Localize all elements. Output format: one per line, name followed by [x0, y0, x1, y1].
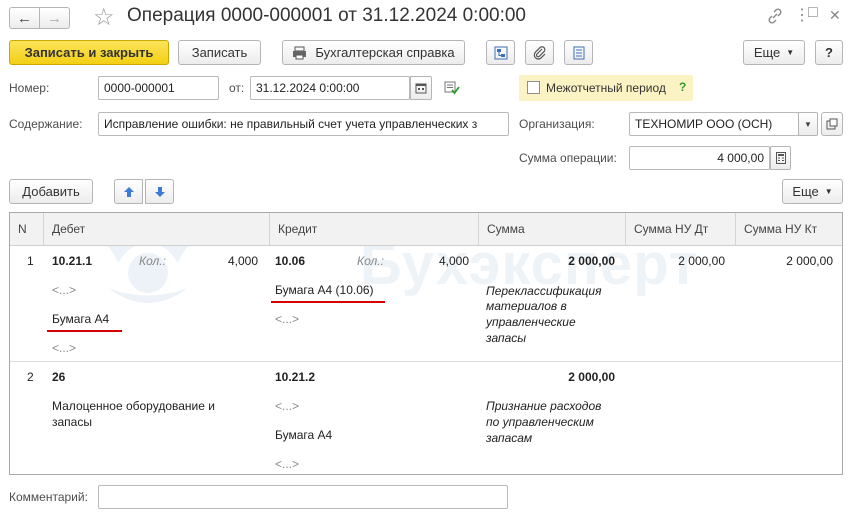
row-comment-3: запасам	[486, 431, 533, 445]
attachment-icon[interactable]	[525, 40, 554, 65]
column-header-n[interactable]: N	[10, 213, 43, 246]
organization-field[interactable]: ТЕХНОМИР ООО (ОСН)	[629, 112, 799, 136]
column-header-sum-nu-dt[interactable]: Сумма НУ Дт	[625, 213, 735, 246]
calendar-icon[interactable]	[410, 76, 432, 100]
row-comment-2: материалов в	[486, 299, 567, 313]
organization-open-icon[interactable]	[821, 112, 843, 136]
debit-account: 26	[52, 370, 66, 384]
organization-dropdown-icon[interactable]: ▼	[798, 112, 818, 136]
number-field[interactable]: 0000-000001	[98, 76, 219, 100]
credit-subconto-2: <...>	[275, 312, 300, 326]
credit-highlight-underline	[271, 301, 385, 303]
operation-sum-field[interactable]: 4 000,00	[629, 146, 770, 170]
debit-subconto-3: <...>	[52, 341, 77, 355]
back-button[interactable]: ←	[9, 7, 40, 29]
column-header-credit[interactable]: Кредит	[269, 213, 478, 246]
save-and-close-button[interactable]: Записать и закрыть	[9, 40, 169, 65]
chevron-down-icon: ▼	[786, 48, 795, 57]
content-field[interactable]: Исправление ошибки: не правильный счет у…	[98, 112, 509, 136]
row-comment-1: Переклассификация	[486, 284, 602, 298]
credit-account: 10.06	[275, 254, 306, 268]
column-header-sum-nu-kt[interactable]: Сумма НУ Кт	[735, 213, 842, 246]
posting-status-icon[interactable]	[444, 81, 460, 98]
number-label: Номер:	[9, 81, 50, 95]
debit-highlight-underline	[47, 330, 122, 332]
more-button[interactable]: Еще ▼	[743, 40, 805, 65]
accounting-report-button[interactable]: Бухгалтерская справка	[282, 40, 465, 65]
row-sum-nu-kt: 2 000,00	[786, 254, 833, 268]
credit-subconto-2: Бумага А4	[275, 428, 333, 442]
debit-subconto-1: <...>	[52, 283, 77, 297]
arrow-up-icon	[123, 186, 134, 197]
credit-qty: 4,000	[439, 254, 470, 268]
calculator-icon[interactable]	[770, 146, 791, 170]
credit-subconto-1: Бумага А4 (10.06)	[275, 283, 374, 297]
journal-icon[interactable]	[564, 40, 593, 65]
row-sum-nu-dt: 2 000,00	[678, 254, 725, 268]
debit-qty-label: Кол.:	[139, 254, 166, 268]
interperiod-help-icon[interactable]: ?	[679, 80, 686, 94]
credit-subconto-1: <...>	[275, 399, 300, 413]
move-up-button[interactable]	[114, 179, 143, 204]
row-comment-1: Признание расходов	[486, 399, 602, 413]
content-label: Содержание:	[9, 117, 83, 131]
entries-table: Бухэксперт N Дебет Кредит Сумма Сумма НУ…	[9, 212, 843, 475]
operation-sum-label: Сумма операции:	[519, 151, 617, 165]
row-sum: 2 000,00	[568, 370, 615, 384]
structure-icon[interactable]	[486, 40, 515, 65]
interperiod-checkbox[interactable]	[527, 81, 540, 94]
credit-qty-label: Кол.:	[357, 254, 384, 268]
date-field[interactable]: 31.12.2024 0:00:00	[250, 76, 410, 100]
row-comment-3: управленческие	[486, 315, 576, 329]
row-comment-2: по управленческим	[486, 415, 594, 429]
credit-subconto-3: <...>	[275, 457, 300, 471]
help-button[interactable]: ?	[815, 40, 843, 65]
credit-account: 10.21.2	[275, 370, 316, 384]
debit-subconto-2: Бумага А4	[52, 312, 110, 326]
debit-subconto-1: Малоценное оборудование и	[52, 399, 215, 413]
table-row[interactable]	[10, 362, 842, 474]
date-label: от:	[229, 81, 245, 95]
close-icon[interactable]: ✕	[829, 7, 841, 24]
forward-button[interactable]: →	[39, 7, 70, 29]
row-number: 2	[27, 370, 34, 384]
save-button[interactable]: Записать	[178, 40, 261, 65]
comment-label: Комментарий:	[9, 490, 88, 504]
link-icon[interactable]	[767, 8, 783, 27]
move-down-button[interactable]	[145, 179, 174, 204]
organization-label: Организация:	[519, 117, 595, 131]
row-number: 1	[27, 254, 34, 268]
row-sum: 2 000,00	[568, 254, 615, 268]
row-comment-4: запасы	[486, 331, 527, 345]
column-header-debit[interactable]: Дебет	[43, 213, 269, 246]
printer-icon	[293, 46, 307, 59]
debit-subconto-1-cont: запасы	[52, 415, 92, 429]
column-header-sum[interactable]: Сумма	[478, 213, 625, 246]
table-more-button[interactable]: Еще ▼	[782, 179, 843, 204]
page-title: Операция 0000-000001 от 31.12.2024 0:00:…	[127, 5, 526, 26]
interperiod-label[interactable]: Межотчетный период	[546, 81, 666, 95]
chevron-down-icon: ▼	[824, 187, 833, 196]
arrow-down-icon	[154, 186, 165, 197]
comment-field[interactable]	[98, 485, 508, 509]
restore-window-icon[interactable]: □	[808, 4, 818, 22]
add-row-button[interactable]: Добавить	[9, 179, 93, 204]
debit-account: 10.21.1	[52, 254, 93, 268]
favorite-star-icon[interactable]: ☆	[93, 3, 115, 32]
debit-qty: 4,000	[228, 254, 259, 268]
